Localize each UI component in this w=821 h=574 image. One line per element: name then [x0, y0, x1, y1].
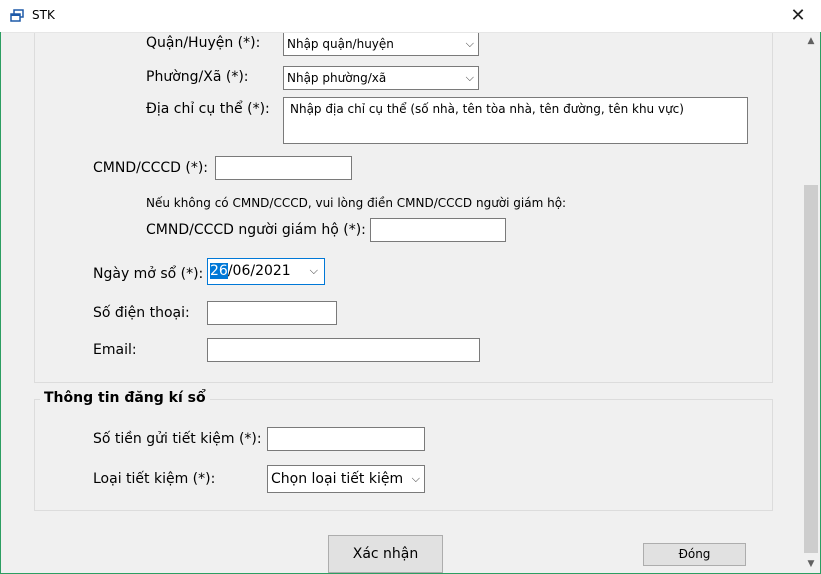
district-dropdown[interactable]: Nhập quận/huyện ⌵ — [283, 33, 479, 56]
guardian-note: Nếu không có CMND/CCCD, vui lòng điền CM… — [146, 196, 567, 210]
address-detail-input[interactable]: Nhập địa chỉ cụ thể (số nhà, tên tòa nhà… — [283, 97, 748, 144]
close-window-icon[interactable]: ✕ — [775, 0, 821, 32]
chevron-down-icon: ⌵ — [411, 472, 420, 485]
chevron-down-icon: ⌵ — [309, 264, 318, 277]
deposit-amount-input[interactable] — [267, 427, 425, 451]
app-window-icon — [10, 9, 24, 22]
ward-dropdown[interactable]: Nhập phường/xã ⌵ — [283, 66, 479, 90]
vertical-scrollbar[interactable]: ▲ ▼ — [802, 33, 820, 573]
deposit-amount-label: Số tiền gửi tiết kiệm (*): — [93, 431, 262, 447]
registration-group — [34, 399, 773, 511]
open-date-day-selected: 26 — [210, 263, 228, 279]
email-label: Email: — [93, 342, 137, 358]
open-date-label: Ngày mở sổ (*): — [93, 266, 204, 282]
phone-input[interactable] — [207, 301, 337, 325]
email-input[interactable] — [207, 338, 480, 362]
ward-value: Nhập phường/xã — [287, 71, 387, 85]
scrollbar-thumb[interactable] — [804, 185, 818, 553]
district-value: Nhập quận/huyện — [287, 37, 394, 51]
close-button[interactable]: Đóng — [643, 543, 746, 566]
id-number-input[interactable] — [215, 156, 352, 180]
window-title: STK — [32, 8, 55, 22]
chevron-down-icon: ⌵ — [465, 71, 474, 84]
district-label: Quận/Huyện (*): — [146, 35, 261, 51]
savings-type-dropdown[interactable]: Chọn loại tiết kiệm ⌵ — [267, 465, 425, 493]
chevron-down-icon: ⌵ — [465, 37, 474, 50]
open-date-picker[interactable]: 26/06/2021 ⌵ — [207, 258, 325, 285]
scroll-down-icon[interactable]: ▼ — [802, 556, 820, 573]
id-number-label: CMND/CCCD (*): — [93, 160, 209, 176]
guardian-id-input[interactable] — [370, 218, 506, 242]
phone-label: Số điện thoại: — [93, 305, 190, 321]
savings-type-label: Loại tiết kiệm (*): — [93, 471, 216, 487]
title-bar: STK ✕ — [0, 0, 821, 33]
ward-label: Phường/Xã (*): — [146, 69, 249, 85]
confirm-button[interactable]: Xác nhận — [328, 535, 443, 573]
open-date-rest: /06/2021 — [227, 263, 291, 279]
registration-group-title: Thông tin đăng kí sổ — [40, 390, 210, 406]
guardian-id-label: CMND/CCCD người giám hộ (*): — [146, 222, 366, 238]
scroll-up-icon[interactable]: ▲ — [802, 33, 820, 50]
form-client-area: Quận/Huyện (*): Nhập quận/huyện ⌵ Phường… — [1, 33, 802, 573]
savings-type-value: Chọn loại tiết kiệm — [271, 471, 404, 487]
address-detail-label: Địa chỉ cụ thể (*): — [146, 101, 270, 117]
